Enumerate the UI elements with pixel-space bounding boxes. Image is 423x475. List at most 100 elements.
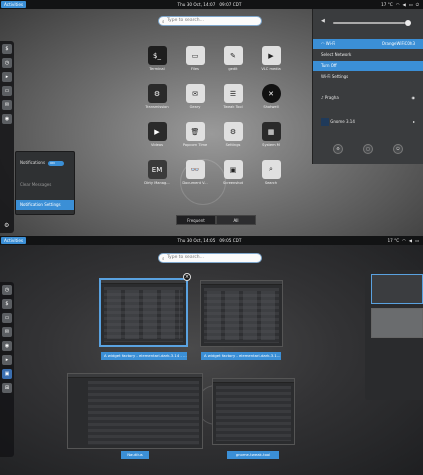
- chat-icon[interactable]: ✉: [2, 327, 12, 337]
- top-bar-bottom: Activities Thu 30 Oct, 14:05 09:05 CDT 17…: [0, 236, 423, 245]
- terminal-icon[interactable]: $: [2, 299, 12, 309]
- app-dirty-manager[interactable]: EM Dirty Manag...: [138, 158, 176, 197]
- files-icon[interactable]: ▭: [2, 86, 12, 96]
- app-files[interactable]: ▭ Files: [176, 44, 214, 83]
- window-thumbnail-1[interactable]: [99, 278, 188, 347]
- gnome-logo-icon: [321, 118, 329, 126]
- system-tray[interactable]: 17 °C ◠ ◀ ▭: [387, 236, 419, 245]
- terminal-icon[interactable]: ▸: [2, 355, 12, 365]
- power-icon: ⏻: [396, 146, 400, 151]
- settings-button[interactable]: ⚙: [333, 144, 343, 154]
- document-viewer-icon: 👓: [185, 160, 205, 179]
- battery-icon: ▭: [408, 2, 413, 7]
- geary-icon: ✉: [185, 84, 205, 103]
- workspace-switcher: [365, 270, 423, 400]
- grid-icon[interactable]: ⊞: [2, 383, 12, 393]
- system-monitor-icon: ▦: [261, 122, 281, 141]
- clear-messages-item[interactable]: Clear Messages: [16, 180, 74, 190]
- window-caption-3: Nautilus: [121, 451, 149, 459]
- workspace-2[interactable]: [371, 308, 423, 338]
- wifi-settings-item[interactable]: Wi-Fi Settings: [313, 72, 423, 82]
- app-screenshot[interactable]: ▣ Screenshot: [214, 158, 252, 197]
- dash: ◷ $ ▭ ✉ ◉ ▸ ▣ ⊞: [0, 282, 14, 457]
- clock[interactable]: Thu 30 Oct, 14:07 09:07 CDT: [0, 0, 423, 9]
- tab-frequent[interactable]: Frequent: [176, 215, 216, 225]
- system-tray[interactable]: 17 °C ◠ ◀ ▭ ⏻: [381, 0, 419, 9]
- dash: $ ◷ ▸ ▭ ✉ ◉: [0, 41, 14, 233]
- terminal-icon[interactable]: $: [2, 44, 12, 54]
- app-transmission[interactable]: ⚙ Transmission: [138, 82, 176, 121]
- workspace-1[interactable]: [371, 274, 423, 304]
- chat-icon[interactable]: ✉: [2, 100, 12, 110]
- lock-button[interactable]: ▢: [363, 144, 373, 154]
- top-bar: Activities Thu 30 Oct, 14:07 09:07 CDT 17…: [0, 0, 423, 9]
- volume-icon: ◀: [321, 18, 325, 24]
- popcorn-icon: 🗑: [185, 122, 205, 141]
- videos-icon: ▶: [147, 122, 167, 141]
- clock-icon[interactable]: ◷: [2, 285, 12, 295]
- window-thumbnail-3[interactable]: [67, 373, 203, 449]
- search-icon: ⌕: [162, 256, 165, 262]
- app-gedit[interactable]: ✎ gedit: [214, 44, 252, 83]
- app-terminal[interactable]: $_ Terminal: [138, 44, 176, 83]
- files-icon[interactable]: ▭: [2, 313, 12, 323]
- close-icon[interactable]: ×: [183, 273, 191, 281]
- clock[interactable]: Thu 30 Oct, 14:05 09:05 CDT: [0, 236, 423, 245]
- terminal-icon[interactable]: ▸: [2, 72, 12, 82]
- window-caption-1: A widget factory - elementari-dark-3.14 …: [101, 352, 187, 360]
- transmission-icon: ⚙: [147, 84, 167, 103]
- settings-icon: ⚙: [336, 146, 340, 151]
- app-popcorn-time[interactable]: 🗑 Popcorn Time: [176, 120, 214, 159]
- media-player-row[interactable]: ♪ Pragha ◉: [313, 93, 423, 103]
- wifi-network-name: OrangeWiFiC0h3: [381, 41, 415, 46]
- app-view-switcher: Frequent All: [176, 215, 256, 225]
- window-thumbnail-4[interactable]: [212, 378, 295, 445]
- turn-off-item[interactable]: Turn Off: [313, 61, 423, 71]
- search-input[interactable]: ⌕ Type to search...: [158, 253, 262, 263]
- app-tweak-tool[interactable]: ☰ Tweak Tool: [214, 82, 252, 121]
- app-settings[interactable]: ⚙ Settings: [214, 120, 252, 159]
- notifications-toggle[interactable]: ON: [48, 161, 64, 166]
- window-caption-4: gnome-tweak-tool: [227, 451, 279, 459]
- app-videos[interactable]: ▶ Videos: [138, 120, 176, 159]
- notification-settings-item[interactable]: Notification Settings: [16, 200, 74, 210]
- tab-all[interactable]: All: [216, 215, 256, 225]
- search-icon: ⌕: [162, 19, 165, 25]
- screenshot-icon: ▣: [223, 160, 243, 179]
- select-network-item[interactable]: Select Network: [313, 50, 423, 60]
- shotwell-icon: ✕: [261, 84, 281, 103]
- volume-icon: ◀: [408, 238, 413, 243]
- lock-icon: ▢: [366, 146, 370, 151]
- manager-icon: EM: [147, 160, 167, 179]
- gedit-icon: ✎: [223, 46, 243, 65]
- app-system-monitor[interactable]: ▦ System M: [252, 120, 290, 159]
- media-toggle-icon: ◉: [411, 95, 416, 100]
- window-icon[interactable]: ▣: [2, 369, 12, 379]
- window-caption-2: A widget factory - elementari-dark-3.1..…: [201, 352, 281, 360]
- app-vlc[interactable]: ▶ VLC media: [252, 44, 290, 83]
- volume-slider-knob[interactable]: [405, 20, 411, 26]
- app-search[interactable]: ⌕ Search: [252, 158, 290, 197]
- search-input[interactable]: ⌕ Type to search...: [158, 16, 262, 26]
- power-button[interactable]: ⏻: [393, 144, 403, 154]
- clock-icon[interactable]: ◷: [2, 58, 12, 68]
- app-shotwell[interactable]: ✕ Shotwell: [252, 82, 290, 121]
- notifications-label: Notifications: [20, 160, 46, 165]
- volume-icon: ◀: [402, 2, 406, 7]
- volume-slider[interactable]: [333, 20, 411, 26]
- camera-icon[interactable]: ◉: [2, 114, 12, 124]
- app-document-viewer[interactable]: 👓 Document V...: [176, 158, 214, 197]
- vlc-icon: ▶: [261, 46, 281, 65]
- notifications-popup: Notifications ON Clear Messages Notifica…: [15, 151, 75, 215]
- camera-icon[interactable]: ◉: [2, 341, 12, 351]
- app-geary[interactable]: ✉ Geary: [176, 82, 214, 121]
- gnome-version-row[interactable]: Gnome 3.14 ▸: [313, 117, 423, 127]
- window-thumbnail-2[interactable]: [200, 280, 283, 347]
- tweak-tool-icon: ☰: [223, 84, 243, 103]
- wifi-row[interactable]: ◠ Wi-Fi OrangeWiFiC0h3: [313, 39, 423, 49]
- weather-label: 17 °C: [387, 238, 400, 243]
- gear-icon[interactable]: ⚙: [4, 222, 9, 229]
- battery-icon: ▭: [415, 238, 419, 243]
- app-grid: $_ Terminal ▭ Files ✎ gedit ▶ VLC media ⚙ Tra…: [138, 44, 290, 194]
- files-icon: ▭: [185, 46, 205, 65]
